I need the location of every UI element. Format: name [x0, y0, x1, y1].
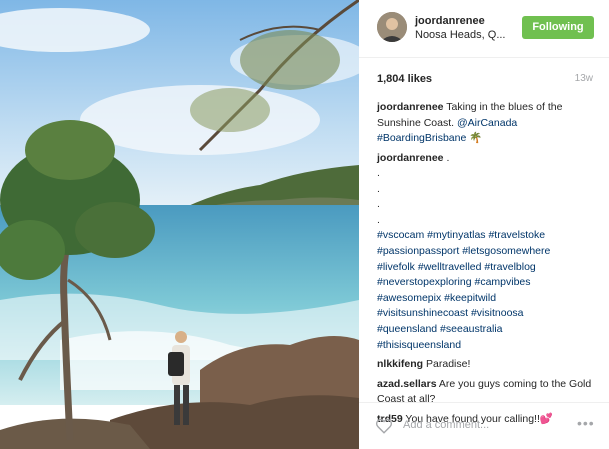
dot-line: .: [377, 167, 380, 180]
mention-link[interactable]: @AirCanada: [457, 117, 517, 129]
hashtag-line[interactable]: #vscocam #mytinyatlas #travelstoke: [377, 228, 599, 244]
hashtag-line[interactable]: #neverstopexploring #campvibes: [377, 275, 599, 291]
post-age[interactable]: 13w: [575, 73, 593, 84]
post-username[interactable]: joordanrenee: [415, 15, 485, 27]
coastal-photo-image: [0, 0, 359, 449]
likes-count[interactable]: 1,804 likes: [377, 73, 432, 85]
comment-username[interactable]: joordanrenee: [377, 152, 444, 164]
avatar-image: [377, 12, 407, 42]
add-comment-input[interactable]: Add a comment...: [403, 419, 489, 431]
comment-text: Paradise!: [426, 358, 471, 371]
comment-username[interactable]: joordanrenee: [377, 101, 444, 113]
heart-icon[interactable]: [375, 417, 393, 435]
hashtag-comment: joordanrenee . . . . . #vscocam #mytinya…: [377, 151, 599, 353]
hashtag-line[interactable]: #livefolk #welltravelled #travelblog: [377, 260, 599, 276]
post-header: joordanrenee Noosa Heads, Q... Following: [359, 0, 609, 58]
caption-comment: joordanrenee Taking in the blues of the …: [377, 100, 599, 147]
dot-line: .: [377, 198, 380, 211]
post-footer: Add a comment... •••: [359, 402, 609, 449]
post-sidebar: joordanrenee Noosa Heads, Q... Following…: [359, 0, 609, 449]
dot-lines: . . . .: [377, 166, 599, 228]
likes-row: 1,804 likes 13w: [377, 73, 593, 87]
hashtag-line[interactable]: #passionpassport #letsgosomewhere: [377, 244, 599, 260]
comment-text: .: [446, 151, 450, 164]
following-button[interactable]: Following: [522, 16, 594, 39]
avatar[interactable]: [377, 12, 407, 42]
palm-emoji: 🌴: [469, 132, 483, 145]
comment-username[interactable]: nlkkifeng: [377, 358, 423, 370]
comment-username[interactable]: azad.sellars: [377, 378, 437, 390]
more-options-icon[interactable]: •••: [577, 415, 595, 431]
hashtag-line[interactable]: #visitsunshinecoast #visitnoosa: [377, 306, 599, 322]
comments-list: joordanrenee Taking in the blues of the …: [377, 100, 599, 432]
hashtag-line[interactable]: #thisisqueensland: [377, 338, 599, 354]
hashtag-link[interactable]: #BoardingBrisbane: [377, 132, 466, 144]
comment-item: nlkkifeng Paradise!: [377, 357, 599, 373]
dot-line: .: [377, 182, 380, 195]
hashtag-line[interactable]: #queensland #seeaustralia: [377, 322, 599, 338]
post-photo[interactable]: [0, 0, 359, 449]
post-location[interactable]: Noosa Heads, Q...: [415, 29, 506, 41]
hashtag-line[interactable]: #awesomepix #keepitwild: [377, 291, 599, 307]
dot-line: .: [377, 213, 380, 226]
